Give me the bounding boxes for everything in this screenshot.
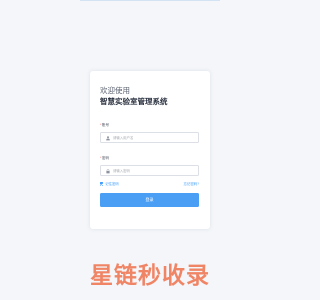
lock-icon [106, 169, 110, 174]
password-label-text: 密码 [101, 156, 110, 160]
remember-row: 记住密码 忘记密码? [100, 182, 199, 188]
account-field[interactable] [100, 132, 199, 143]
user-icon [106, 136, 110, 141]
watermark-text: 星链秒收录 [90, 262, 210, 288]
forgot-password-link[interactable]: 忘记密码? [184, 182, 199, 186]
password-label: *密码 [100, 156, 109, 160]
top-accent-line [80, 0, 220, 1]
remember-password-checkbox[interactable]: 记住密码 [100, 182, 119, 186]
account-label-text: 账号 [101, 123, 110, 127]
remember-password-label[interactable]: 记住密码 [105, 182, 119, 186]
password-input[interactable] [113, 166, 197, 176]
login-button[interactable]: 登录 [100, 193, 199, 207]
account-label: *账号 [100, 123, 109, 127]
system-title: 智慧实验室管理系统 [100, 97, 168, 106]
welcome-heading: 欢迎使用 [100, 86, 130, 95]
login-card: 欢迎使用 智慧实验室管理系统 *账号 *密码 记住密码 忘记密码? 登录 [90, 71, 210, 229]
account-input[interactable] [113, 133, 197, 143]
password-field[interactable] [100, 165, 199, 176]
checkbox-checked-icon[interactable] [100, 182, 104, 186]
